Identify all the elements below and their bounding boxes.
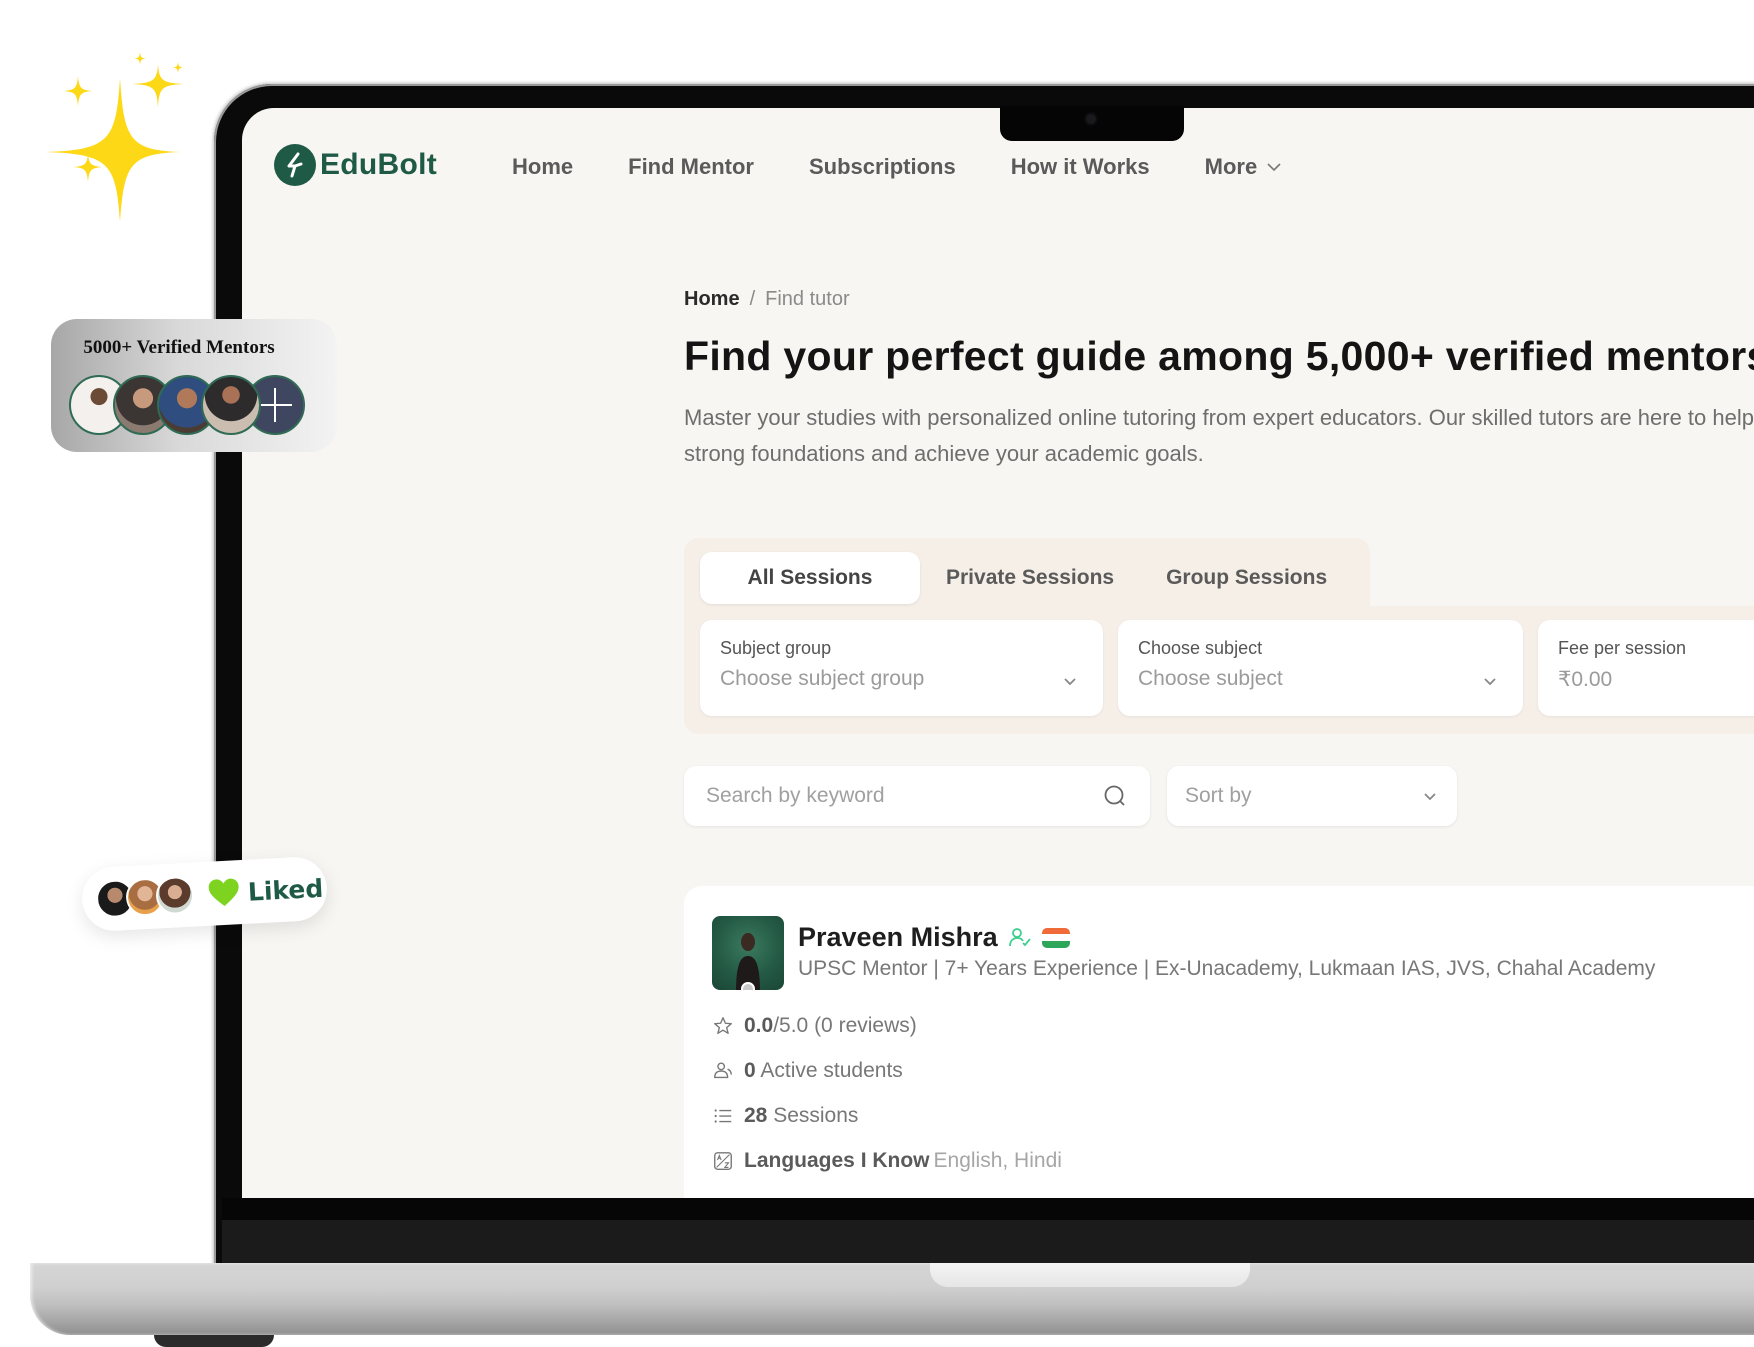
- sparkles-icon: [45, 52, 184, 220]
- chevron-down-icon: [1484, 678, 1496, 686]
- sort-placeholder: Sort by: [1185, 784, 1252, 807]
- laptop-screen: EduBolt Home Find Mentor Subscriptions H…: [242, 108, 1754, 1198]
- sort-select[interactable]: Sort by: [1167, 766, 1457, 826]
- languages-label: Languages I Know: [744, 1149, 930, 1172]
- liked-label: Liked: [247, 873, 324, 907]
- stat-sessions: 28 Sessions: [712, 1102, 1754, 1130]
- breadcrumb-home[interactable]: Home: [684, 288, 740, 311]
- verified-user-icon: [1008, 927, 1031, 946]
- chevron-down-icon: [1064, 678, 1076, 686]
- students-icon: [714, 1062, 732, 1079]
- breadcrumb: Home / Find tutor: [684, 288, 1754, 311]
- tab-private-sessions[interactable]: Private Sessions: [920, 552, 1140, 604]
- breadcrumb-current: Find tutor: [765, 288, 850, 310]
- fee-label: Fee per session: [1558, 638, 1687, 658]
- rating-rest: /5.0 (0 reviews): [773, 1014, 917, 1037]
- mentor-avatar-4: [201, 375, 261, 435]
- camera-icon: [1086, 114, 1096, 124]
- mentor-name-row: Praveen Mishra: [798, 922, 1655, 953]
- mentor-avatar[interactable]: [712, 916, 784, 990]
- subject-group-select[interactable]: Subject group Choose subject group: [700, 620, 1103, 716]
- mentor-card-header: Praveen Mishra UPSC Mentor | 7+ Years Ex…: [712, 916, 1754, 990]
- languages-value: English, Hindi: [933, 1149, 1062, 1172]
- subject-select[interactable]: Choose subject Choose subject: [1118, 620, 1523, 716]
- breadcrumb-separator: /: [749, 288, 756, 310]
- fee-input[interactable]: Fee per session ₹0.00: [1538, 620, 1754, 716]
- nav-links: Home Find Mentor Subscriptions How it Wo…: [512, 154, 1283, 180]
- liker-avatar-3: [155, 875, 196, 916]
- fee-value: ₹0.00: [1558, 668, 1613, 691]
- liked-badge: Liked: [80, 855, 329, 933]
- mentor-tagline: UPSC Mentor | 7+ Years Experience | Ex-U…: [798, 957, 1656, 980]
- page-subtitle: Master your studies with personalized on…: [684, 405, 1754, 466]
- laptop-foot: [154, 1335, 274, 1347]
- nav-subscriptions[interactable]: Subscriptions: [809, 154, 956, 180]
- chevron-down-icon: [1424, 793, 1436, 801]
- online-status-dot: [741, 982, 755, 990]
- subject-group-placeholder: Choose subject group: [720, 667, 925, 690]
- plus-icon: [258, 388, 292, 422]
- rating-value: 0.0: [744, 1014, 774, 1037]
- stat-active-students: 0 Active students: [712, 1057, 1754, 1085]
- laptop-thumb-groove: [930, 1263, 1250, 1287]
- nav-find-mentor[interactable]: Find Mentor: [628, 154, 754, 180]
- subject-placeholder: Choose subject: [1138, 667, 1283, 690]
- mentor-stats: 0.0/5.0 (0 reviews) 0 Active students 28…: [712, 1012, 1754, 1175]
- stat-languages: Languages I Know English, Hindi: [712, 1147, 1754, 1175]
- search-input[interactable]: [706, 784, 1102, 808]
- active-students-count: 0: [744, 1059, 756, 1082]
- mentor-photo: [736, 933, 760, 990]
- nav-home[interactable]: Home: [512, 154, 573, 180]
- camera-notch: [1000, 106, 1184, 141]
- mentor-card[interactable]: Praveen Mishra UPSC Mentor | 7+ Years Ex…: [684, 886, 1754, 1198]
- brand-logo[interactable]: EduBolt: [274, 144, 437, 186]
- mentors-avatar-stack: [69, 375, 305, 435]
- heart-icon: [208, 878, 239, 906]
- list-icon: [714, 1109, 732, 1123]
- subject-label: Choose subject: [1138, 638, 1263, 658]
- india-flag-icon: [1041, 927, 1070, 948]
- active-students-label: Active students: [760, 1059, 903, 1082]
- tab-all-sessions[interactable]: All Sessions: [700, 552, 920, 604]
- verified-mentors-badge: 5000+ Verified Mentors: [51, 319, 337, 452]
- laptop-base: [30, 1263, 1754, 1335]
- star-icon: [714, 1017, 732, 1035]
- page-title: Find your perfect guide among 5,000+ ver…: [684, 333, 1754, 379]
- tab-group-sessions[interactable]: Group Sessions: [1140, 552, 1353, 604]
- search-box[interactable]: [684, 766, 1150, 826]
- main-content: Home / Find tutor Find your perfect guid…: [684, 288, 1754, 1198]
- top-nav: EduBolt Home Find Mentor Subscriptions H…: [242, 130, 1754, 200]
- nav-how-it-works[interactable]: How it Works: [1011, 154, 1150, 180]
- sessions-label: Sessions: [773, 1104, 859, 1127]
- session-tabs: All Sessions Private Sessions Group Sess…: [700, 552, 1353, 604]
- nav-more-label: More: [1204, 154, 1258, 179]
- bolt-logo-icon: [274, 144, 316, 186]
- session-filters: All Sessions Private Sessions Group Sess…: [684, 538, 1754, 734]
- nav-more[interactable]: More: [1205, 154, 1284, 180]
- sessions-count: 28: [744, 1104, 768, 1127]
- language-icon: [714, 1152, 732, 1170]
- mentors-badge-title: 5000+ Verified Mentors: [83, 337, 275, 358]
- brand-name: EduBolt: [320, 148, 438, 181]
- mentor-name[interactable]: Praveen Mishra: [798, 922, 998, 953]
- chevron-down-icon: [1267, 163, 1281, 172]
- search-icon[interactable]: [1102, 783, 1128, 809]
- laptop-chin: [222, 1198, 1754, 1264]
- stat-rating: 0.0/5.0 (0 reviews): [712, 1012, 1754, 1040]
- subject-group-label: Subject group: [720, 638, 832, 658]
- search-row: Sort by: [684, 766, 1754, 826]
